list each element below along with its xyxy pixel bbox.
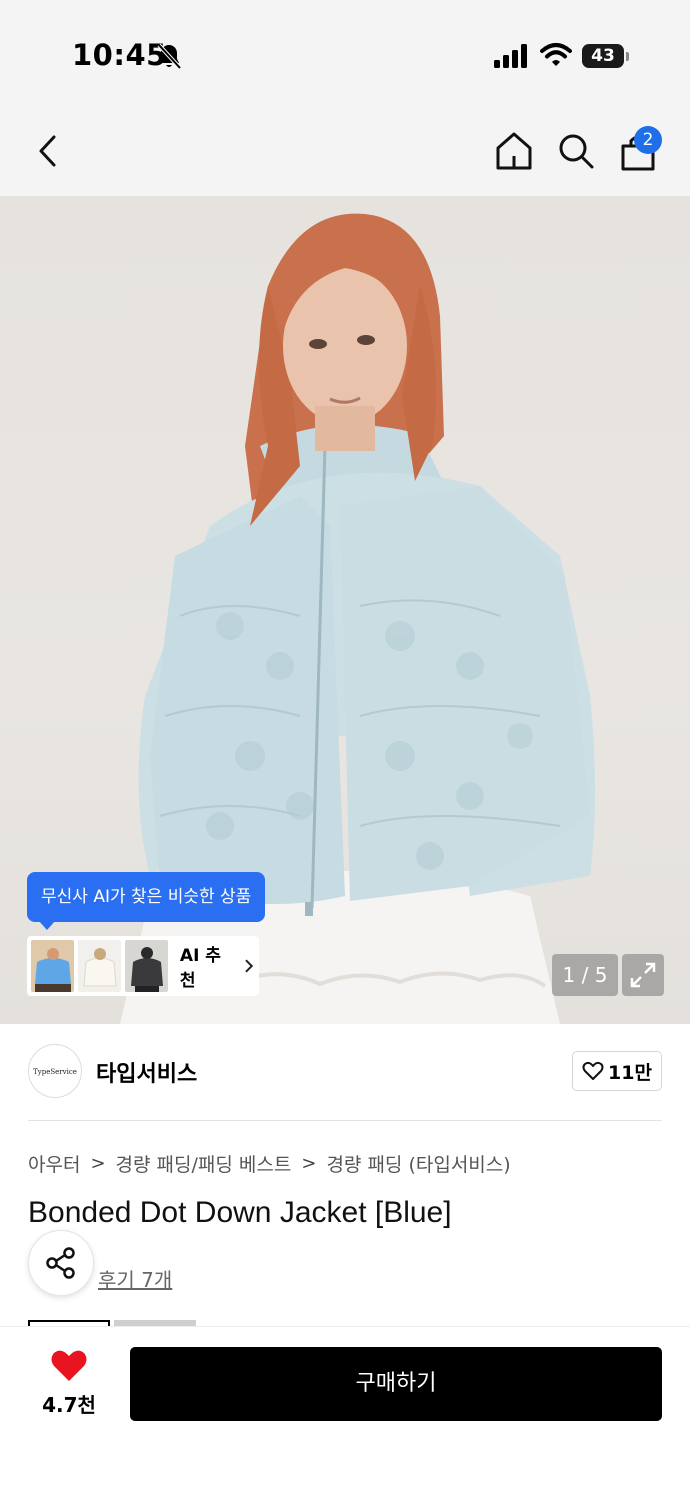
- wish-count: 4.7천: [42, 1393, 96, 1417]
- review-link[interactable]: 후기 7개: [98, 1264, 172, 1293]
- battery-icon: 43: [582, 44, 624, 68]
- product-gallery[interactable]: 무신사 AI가 찾은 비슷한 상품 AI 추천 1 / 5: [0, 196, 690, 1024]
- heart-outline-icon: [582, 1061, 604, 1080]
- ai-recommend-tooltip: 무신사 AI가 찾은 비슷한 상품: [27, 872, 266, 922]
- share-icon: [46, 1247, 75, 1279]
- signal-icon: [494, 44, 527, 68]
- wifi-icon: [540, 43, 572, 66]
- battery-level: 43: [591, 46, 615, 66]
- share-button[interactable]: [28, 1230, 94, 1296]
- brand-like-count: 11만: [608, 1061, 652, 1084]
- buy-button[interactable]: 구매하기: [130, 1347, 662, 1421]
- ai-recommend-strip[interactable]: AI 추천: [27, 936, 259, 996]
- breadcrumb-item[interactable]: 경량 패딩/패딩 베스트: [116, 1150, 292, 1177]
- brand-name[interactable]: 타입서비스: [96, 1056, 197, 1088]
- product-title: Bonded Dot Down Jacket [Blue]: [28, 1196, 452, 1229]
- search-icon[interactable]: [556, 130, 596, 172]
- chevron-right-icon: [245, 959, 254, 973]
- breadcrumb-item[interactable]: 경량 패딩 (타입서비스): [326, 1150, 510, 1177]
- brand-like-button[interactable]: 11만: [572, 1051, 662, 1091]
- ai-recommend-thumb[interactable]: [124, 940, 168, 992]
- cart-badge: 2: [634, 126, 662, 154]
- status-time: 10:45: [72, 38, 167, 72]
- breadcrumb-separator: >: [90, 1153, 106, 1174]
- back-icon[interactable]: [34, 132, 64, 170]
- divider: [28, 1120, 662, 1121]
- ai-recommend-thumb[interactable]: [77, 940, 121, 992]
- ai-recommend-thumb[interactable]: [31, 940, 74, 992]
- bell-slash-icon: [157, 43, 182, 70]
- heart-filled-icon[interactable]: [50, 1349, 88, 1383]
- home-icon[interactable]: [494, 130, 534, 172]
- brand-logo[interactable]: TypeService: [28, 1044, 82, 1098]
- expand-button[interactable]: [622, 954, 664, 996]
- breadcrumb: 아우터 > 경량 패딩/패딩 베스트 > 경량 패딩 (타입서비스): [28, 1150, 511, 1177]
- breadcrumb-separator: >: [301, 1153, 317, 1174]
- expand-icon: [630, 962, 656, 988]
- ai-recommend-label: AI 추천: [179, 946, 221, 991]
- breadcrumb-item[interactable]: 아우터: [28, 1150, 80, 1177]
- battery-cap: [626, 52, 629, 61]
- bottom-action-bar: 4.7천 구매하기: [0, 1326, 690, 1500]
- status-bar: 10:45 43: [0, 0, 690, 110]
- image-page-counter: 1 / 5: [552, 954, 618, 996]
- app-header: [0, 110, 690, 196]
- ai-tooltip-tail: [38, 920, 56, 930]
